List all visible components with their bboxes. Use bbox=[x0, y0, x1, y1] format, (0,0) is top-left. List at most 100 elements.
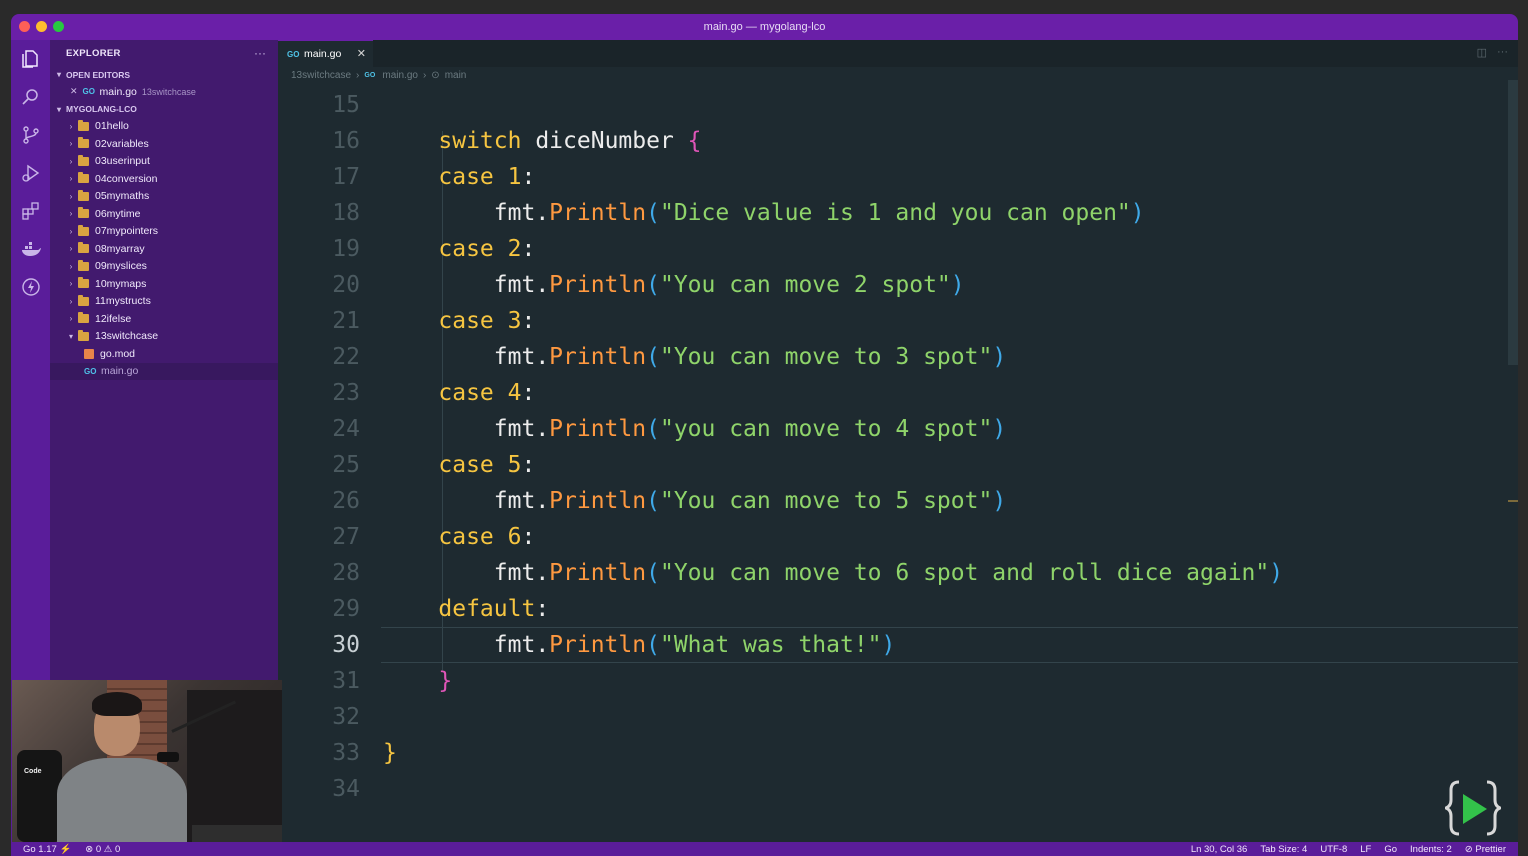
code-line[interactable]: 34 bbox=[278, 771, 1518, 807]
status-item[interactable]: Go 1.17 ⚡ bbox=[23, 844, 71, 855]
code-line[interactable]: 30 fmt.Println("What was that!") bbox=[278, 627, 1518, 663]
status-item[interactable]: Indents: 2 bbox=[1410, 844, 1452, 855]
code-token: 1 bbox=[507, 164, 522, 190]
line-text: fmt.Println("You can move to 3 spot") bbox=[383, 339, 1006, 375]
code-line[interactable]: 17 case 1: bbox=[278, 159, 1518, 195]
line-text: } bbox=[383, 663, 452, 699]
status-item[interactable]: Ln 30, Col 36 bbox=[1191, 844, 1248, 855]
code-token: fmt. bbox=[493, 632, 550, 658]
code-token: : bbox=[521, 524, 536, 550]
code-line[interactable]: 29 default: bbox=[278, 591, 1518, 627]
code-token: 4 bbox=[507, 380, 522, 406]
status-item[interactable]: Go bbox=[1384, 844, 1397, 855]
close-tab-icon[interactable]: ✕ bbox=[357, 47, 366, 60]
folder-icon bbox=[78, 242, 89, 254]
breadcrumb-folder[interactable]: 13switchcase bbox=[291, 70, 351, 81]
code-line[interactable]: 33} bbox=[278, 735, 1518, 771]
scrollbar-thumb[interactable] bbox=[1508, 80, 1518, 365]
code-token: Println bbox=[549, 488, 647, 514]
code-line[interactable]: 22 fmt.Println("You can move to 3 spot") bbox=[278, 339, 1518, 375]
code-line[interactable]: 21 case 3: bbox=[278, 303, 1518, 339]
code-line[interactable]: 31 } bbox=[278, 663, 1518, 699]
go-file-icon: GO bbox=[84, 366, 97, 376]
code-token: 6 bbox=[507, 524, 522, 550]
folder-item[interactable]: › 02variables bbox=[50, 135, 278, 153]
code-line[interactable]: 19 case 2: bbox=[278, 231, 1518, 267]
folder-item[interactable]: › 01hello bbox=[50, 118, 278, 136]
source-control-icon[interactable] bbox=[20, 124, 42, 146]
chevron-right-icon: › bbox=[69, 314, 73, 324]
breadcrumb-file[interactable]: main.go bbox=[382, 70, 418, 81]
chevron-right-icon: › bbox=[69, 174, 73, 184]
chevron-right-icon: › bbox=[422, 69, 427, 81]
code-line[interactable]: 20 fmt.Println("You can move 2 spot") bbox=[278, 267, 1518, 303]
folder-item[interactable]: › 09myslices bbox=[50, 258, 278, 276]
open-editors-section[interactable]: ▾ OPEN EDITORS bbox=[50, 66, 278, 83]
code-line[interactable]: 28 fmt.Println("You can move to 6 spot a… bbox=[278, 555, 1518, 591]
split-editor-icon[interactable]: ◫ bbox=[1477, 46, 1487, 59]
line-number: 17 bbox=[332, 164, 360, 190]
folder-item[interactable]: › 07mypointers bbox=[50, 223, 278, 241]
lightning-icon[interactable] bbox=[20, 276, 42, 298]
folder-label: 07mypointers bbox=[95, 225, 159, 238]
more-actions-icon[interactable]: ··· bbox=[254, 46, 266, 60]
workspace-section[interactable]: ▾ MYGOLANG-LCO bbox=[50, 101, 278, 118]
code-token: case bbox=[438, 164, 494, 190]
folder-item[interactable]: › 06mytime bbox=[50, 205, 278, 223]
minimize-window-button[interactable] bbox=[36, 21, 47, 32]
title-bar: main.go — mygolang-lco bbox=[11, 14, 1518, 40]
breadcrumb-symbol[interactable]: main bbox=[445, 70, 467, 81]
folder-label: 03userinput bbox=[95, 155, 150, 168]
folder-item[interactable]: › 05mymaths bbox=[50, 188, 278, 206]
folder-item[interactable]: › 11mystructs bbox=[50, 293, 278, 311]
tab-main-go[interactable]: GO main.go ✕ bbox=[278, 40, 373, 67]
code-line[interactable]: 25 case 5: bbox=[278, 447, 1518, 483]
code-token: "You can move 2 spot" bbox=[659, 272, 951, 298]
line-number: 15 bbox=[332, 92, 360, 118]
run-debug-icon[interactable] bbox=[20, 162, 42, 184]
close-icon[interactable]: ✕ bbox=[70, 86, 78, 97]
folder-label: 05mymaths bbox=[95, 190, 150, 203]
folder-item[interactable]: › 08myarray bbox=[50, 240, 278, 258]
file-item-go-mod[interactable]: go.mod bbox=[50, 345, 278, 363]
code-token: ( bbox=[646, 272, 660, 298]
folder-item[interactable]: › 10mymaps bbox=[50, 275, 278, 293]
code-editor[interactable]: 15 16 switch diceNumber {17 case 1: 18 fmt… bbox=[278, 92, 1518, 835]
folder-item[interactable]: › 12ifelse bbox=[50, 310, 278, 328]
code-token: fmt. bbox=[493, 344, 550, 370]
code-line[interactable]: 15 bbox=[278, 87, 1518, 123]
extensions-icon[interactable] bbox=[20, 200, 42, 222]
folder-item[interactable]: › 04conversion bbox=[50, 170, 278, 188]
code-line[interactable]: 24 fmt.Println("you can move to 4 spot") bbox=[278, 411, 1518, 447]
status-item[interactable]: ⊗ 0 ⚠ 0 bbox=[85, 844, 120, 855]
status-item[interactable]: ⊘ Prettier bbox=[1465, 844, 1506, 855]
code-line[interactable]: 18 fmt.Println("Dice value is 1 and you … bbox=[278, 195, 1518, 231]
code-line[interactable]: 32 bbox=[278, 699, 1518, 735]
status-item[interactable]: LF bbox=[1360, 844, 1371, 855]
editor-actions: ◫ ··· bbox=[1477, 46, 1508, 59]
open-editor-item[interactable]: ✕ GO main.go 13switchcase bbox=[50, 83, 278, 101]
close-window-button[interactable] bbox=[19, 21, 30, 32]
code-line[interactable]: 26 fmt.Println("You can move to 5 spot") bbox=[278, 483, 1518, 519]
status-item[interactable]: Tab Size: 4 bbox=[1260, 844, 1307, 855]
chair-logo: Code bbox=[24, 768, 42, 775]
chevron-right-icon: › bbox=[69, 139, 73, 149]
more-actions-icon[interactable]: ··· bbox=[1497, 46, 1508, 59]
code-line[interactable]: 27 case 6: bbox=[278, 519, 1518, 555]
docker-icon[interactable] bbox=[20, 238, 42, 260]
maximize-window-button[interactable] bbox=[53, 21, 64, 32]
files-icon[interactable] bbox=[20, 48, 42, 70]
chevron-right-icon: › bbox=[69, 261, 73, 271]
file-item-main-go[interactable]: GO main.go bbox=[50, 362, 278, 380]
code-line[interactable]: 23 case 4: bbox=[278, 375, 1518, 411]
window-title: main.go — mygolang-lco bbox=[703, 21, 826, 33]
code-line[interactable]: 16 switch diceNumber { bbox=[278, 123, 1518, 159]
folder-item[interactable]: › 03userinput bbox=[50, 153, 278, 171]
code-token: ) bbox=[881, 632, 896, 658]
folder-item-13switchcase[interactable]: ▾ 13switchcase bbox=[50, 328, 278, 346]
folder-icon bbox=[78, 119, 89, 131]
line-text: fmt.Println("you can move to 4 spot") bbox=[383, 411, 1006, 447]
search-icon[interactable] bbox=[20, 86, 42, 108]
status-item[interactable]: UTF-8 bbox=[1320, 844, 1347, 855]
